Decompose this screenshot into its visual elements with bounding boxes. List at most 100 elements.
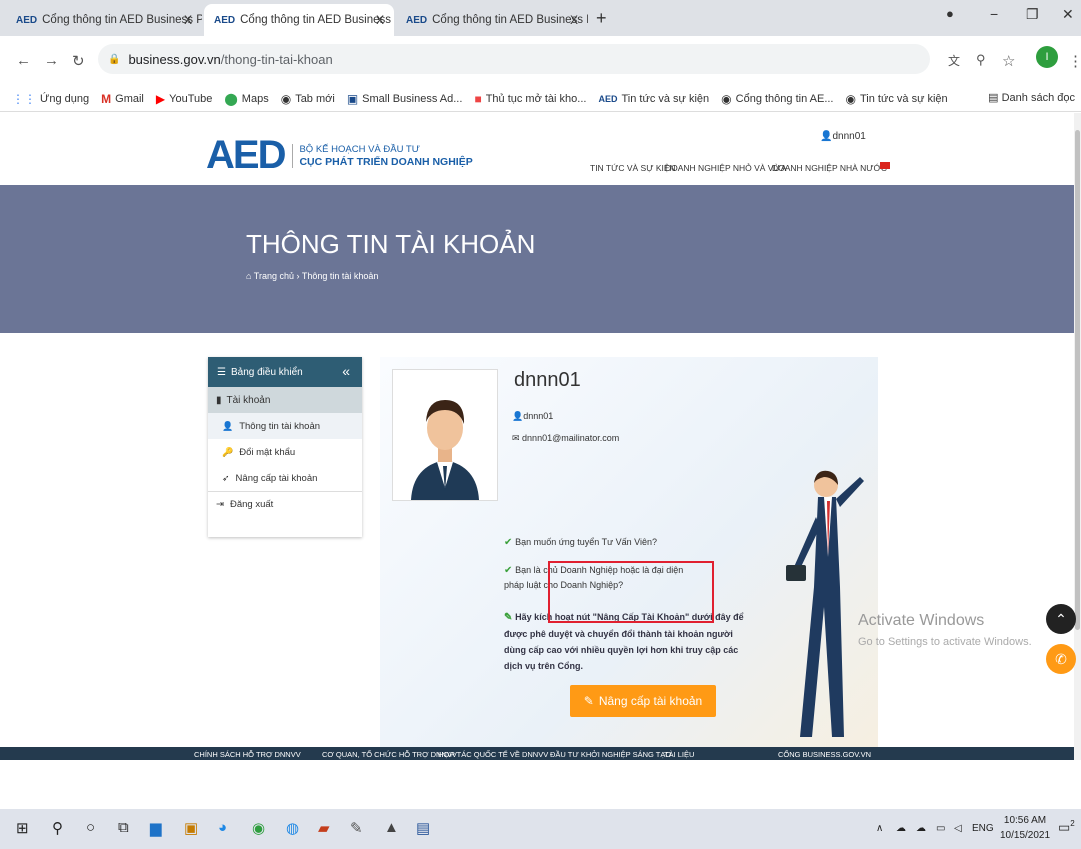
scroll-top-button[interactable]: ⌃ — [1046, 604, 1076, 634]
sidebar-item-upgrade[interactable]: ➶ Nâng cấp tài khoản — [208, 465, 362, 491]
header-user[interactable]: 👤dnnn01 — [820, 131, 866, 142]
minimize-icon[interactable]: − — [990, 6, 998, 22]
sidebar-section-label: Tài khoản — [226, 394, 271, 406]
tab-search-icon[interactable]: ● — [946, 6, 954, 21]
bookmark-news-2[interactable]: ◉ Tin tức và sự kiện — [846, 92, 948, 106]
nav-soe[interactable]: DOANH NGHIỆP NHÀ NƯỚC — [772, 163, 887, 173]
collapse-sidebar-button[interactable]: « — [342, 363, 350, 379]
logo-ministry: BỘ KẾ HOẠCH VÀ ĐẦU TƯ — [299, 143, 420, 155]
bookmark-new-tab[interactable]: ◉ Tab mới — [281, 92, 335, 106]
footer-link-portal[interactable]: CỔNG BUSINESS.GOV.VN — [778, 750, 871, 759]
windows-taskbar: ⊞ ⚲ ○ ⧉ ▆ ▣ ◕ ◉ ◍ ▰ ✎ ▲ ▤ ∧ ☁ ☁ ▭ ◁ ENG … — [0, 809, 1081, 849]
nav-sme[interactable]: DOANH NGHIỆP NHỎ VÀ VỪA — [665, 163, 786, 173]
page-hero: THÔNG TIN TÀI KHOẢN ⌂ Trang chủ › Thông … — [0, 185, 1074, 333]
pdf-icon: ■ — [474, 91, 482, 106]
powerpoint-icon[interactable]: ▰ — [318, 819, 330, 837]
volume-icon[interactable]: ◁ — [954, 823, 962, 834]
store-icon[interactable]: ▣ — [184, 819, 198, 837]
network-icon[interactable]: ▭ — [936, 823, 945, 834]
hamburger-icon: ☰ — [217, 366, 226, 378]
bookmark-maps[interactable]: ⬤ Maps — [224, 92, 268, 106]
bookmark-label: Small Business Ad... — [362, 92, 463, 105]
consultant-prompt-text: Bạn muốn ứng tuyển Tư Vấn Viên? — [515, 537, 657, 547]
tab-title: Cổng thông tin AED Business Por — [42, 14, 202, 26]
close-tab-icon[interactable]: X — [570, 13, 578, 27]
windows-start-icon[interactable]: ⊞ — [16, 819, 29, 837]
word-icon[interactable]: ▤ — [416, 819, 430, 837]
weather-icon[interactable]: ☁ — [896, 823, 906, 834]
youtube-icon: ▶ — [155, 91, 166, 106]
globe-icon: ◉ — [845, 91, 856, 106]
breadcrumb: ⌂ Trang chủ › Thông tin tài khoản — [246, 271, 378, 281]
avatar — [392, 369, 498, 501]
paint-icon[interactable]: ✎ — [350, 819, 363, 837]
scrollbar-thumb[interactable] — [1075, 130, 1080, 630]
notification-icon[interactable]: ▭2 — [1058, 819, 1075, 835]
browser-tab-active[interactable]: AED Cổng thông tin AED Business Por X — [204, 4, 394, 36]
photos-icon[interactable]: ▲ — [384, 819, 399, 836]
footer-link-cooperation[interactable]: HỢP TÁC QUỐC TẾ VỀ DNNVV — [438, 750, 548, 759]
bookmark-pdf[interactable]: ■ Thủ tục mở tài kho... — [474, 92, 586, 106]
close-tab-icon[interactable]: X — [184, 13, 192, 27]
new-tab-button[interactable]: + — [596, 8, 607, 29]
zoom-icon[interactable]: ⚲ — [976, 52, 986, 68]
bookmark-apps[interactable]: ⋮⋮ Ứng dụng — [12, 92, 89, 106]
sidebar-item-logout[interactable]: ⇥ Đăng xuất — [208, 491, 362, 517]
footer-link-documents[interactable]: TÀI LIỆU — [664, 750, 694, 759]
bookmark-portal[interactable]: ◉ Cổng thông tin AE... — [721, 92, 833, 106]
breadcrumb-separator: › — [296, 271, 300, 281]
sidebar-item-account-info[interactable]: 👤 Thông tin tài khoản — [208, 413, 362, 439]
clock[interactable]: 10:56 AM 10/15/2021 — [1000, 813, 1050, 843]
edge-icon[interactable]: ◕ — [218, 819, 227, 836]
tray-chevron-icon[interactable]: ∧ — [876, 823, 883, 834]
browser-menu-icon[interactable]: ⋮ — [1068, 52, 1081, 70]
chrome-icon[interactable]: ◉ — [252, 819, 265, 837]
bookmark-gmail[interactable]: M Gmail — [101, 92, 144, 106]
businessman-illustration — [786, 470, 864, 737]
browser-tab[interactable]: AED Cổng thông tin AED Business Por X — [6, 4, 202, 36]
bookmark-label: YouTube — [169, 92, 213, 105]
close-window-icon[interactable]: ✕ — [1062, 6, 1074, 23]
explorer-icon[interactable]: ▆ — [150, 819, 162, 837]
footer-link-policy[interactable]: CHÍNH SÁCH HỖ TRỢ DNNVV — [194, 750, 301, 759]
phone-icon: ✆ — [1055, 650, 1067, 667]
forward-arrow-icon[interactable]: → — [44, 52, 59, 69]
reload-icon[interactable]: ↻ — [72, 52, 85, 70]
site-logo[interactable]: AED BỘ KẾ HOẠCH VÀ ĐẦU TƯ CỤC PHÁT TRIỂN… — [206, 133, 473, 178]
bookmark-youtube[interactable]: ▶ YouTube — [156, 92, 212, 106]
profile-avatar[interactable]: I — [1036, 46, 1058, 68]
search-icon[interactable]: ⚲ — [52, 819, 63, 837]
zalo-icon[interactable]: ◍ — [286, 819, 299, 837]
bookmark-label: Cổng thông tin AE... — [735, 92, 834, 105]
page-viewport: AED BỘ KẾ HOẠCH VÀ ĐẦU TƯ CỤC PHÁT TRIỂN… — [0, 113, 1074, 760]
onedrive-icon[interactable]: ☁ — [916, 823, 926, 834]
close-tab-icon[interactable]: X — [376, 13, 384, 27]
language-indicator[interactable]: ENG — [972, 823, 994, 834]
footer-link-agencies[interactable]: CƠ QUAN, TỔ CHỨC HỖ TRỢ DNNVV — [322, 750, 457, 759]
profile-username: 👤dnnn01 — [512, 411, 553, 422]
back-arrow-icon[interactable]: ← — [16, 52, 31, 69]
upgrade-account-button[interactable]: ✎ Nâng cấp tài khoản — [570, 685, 716, 717]
call-button[interactable]: ✆ — [1046, 644, 1076, 674]
footer-link-startup[interactable]: ĐẦU TƯ KHỞI NGHIỆP SÁNG TẠO — [550, 750, 671, 759]
sidebar-item-change-password[interactable]: 🔑 Đổi mật khẩu — [208, 439, 362, 465]
clock-date: 10/15/2021 — [1000, 830, 1051, 841]
address-bar[interactable]: 🔒 business.gov.vn/thong-tin-tai-khoan — [98, 44, 930, 74]
nav-news[interactable]: TIN TỨC VÀ SỰ KIỆN — [590, 163, 676, 173]
tab-title: Cổng thông tin AED Business Por — [432, 14, 588, 26]
reading-list[interactable]: ▤ Danh sách đọc — [988, 91, 1075, 104]
translate-icon[interactable]: 文 — [948, 52, 960, 69]
bookmark-star-icon[interactable]: ☆ — [1002, 52, 1015, 70]
apps-icon: ⋮⋮ — [12, 91, 36, 106]
bookmark-sba[interactable]: ▣ Small Business Ad... — [347, 92, 463, 106]
sidebar-section-account[interactable]: ▮ Tài khoản — [208, 387, 362, 413]
task-view-icon[interactable]: ⧉ — [118, 819, 129, 836]
breadcrumb-home[interactable]: Trang chủ — [254, 271, 294, 281]
cortana-icon[interactable]: ○ — [86, 819, 95, 836]
restore-icon[interactable]: ❐ — [1026, 6, 1039, 23]
bookmarks-bar: ⋮⋮ Ứng dụng M Gmail ▶ YouTube ⬤ Maps ◉ Tab mớ… — [0, 86, 1081, 112]
bookmark-news[interactable]: AED Tin tức và sự kiện — [598, 93, 709, 105]
vietnam-flag-icon[interactable] — [880, 162, 890, 169]
browser-tab[interactable]: AED Cổng thông tin AED Business Por X — [396, 4, 588, 36]
aed-favicon-icon: AED — [406, 14, 428, 26]
